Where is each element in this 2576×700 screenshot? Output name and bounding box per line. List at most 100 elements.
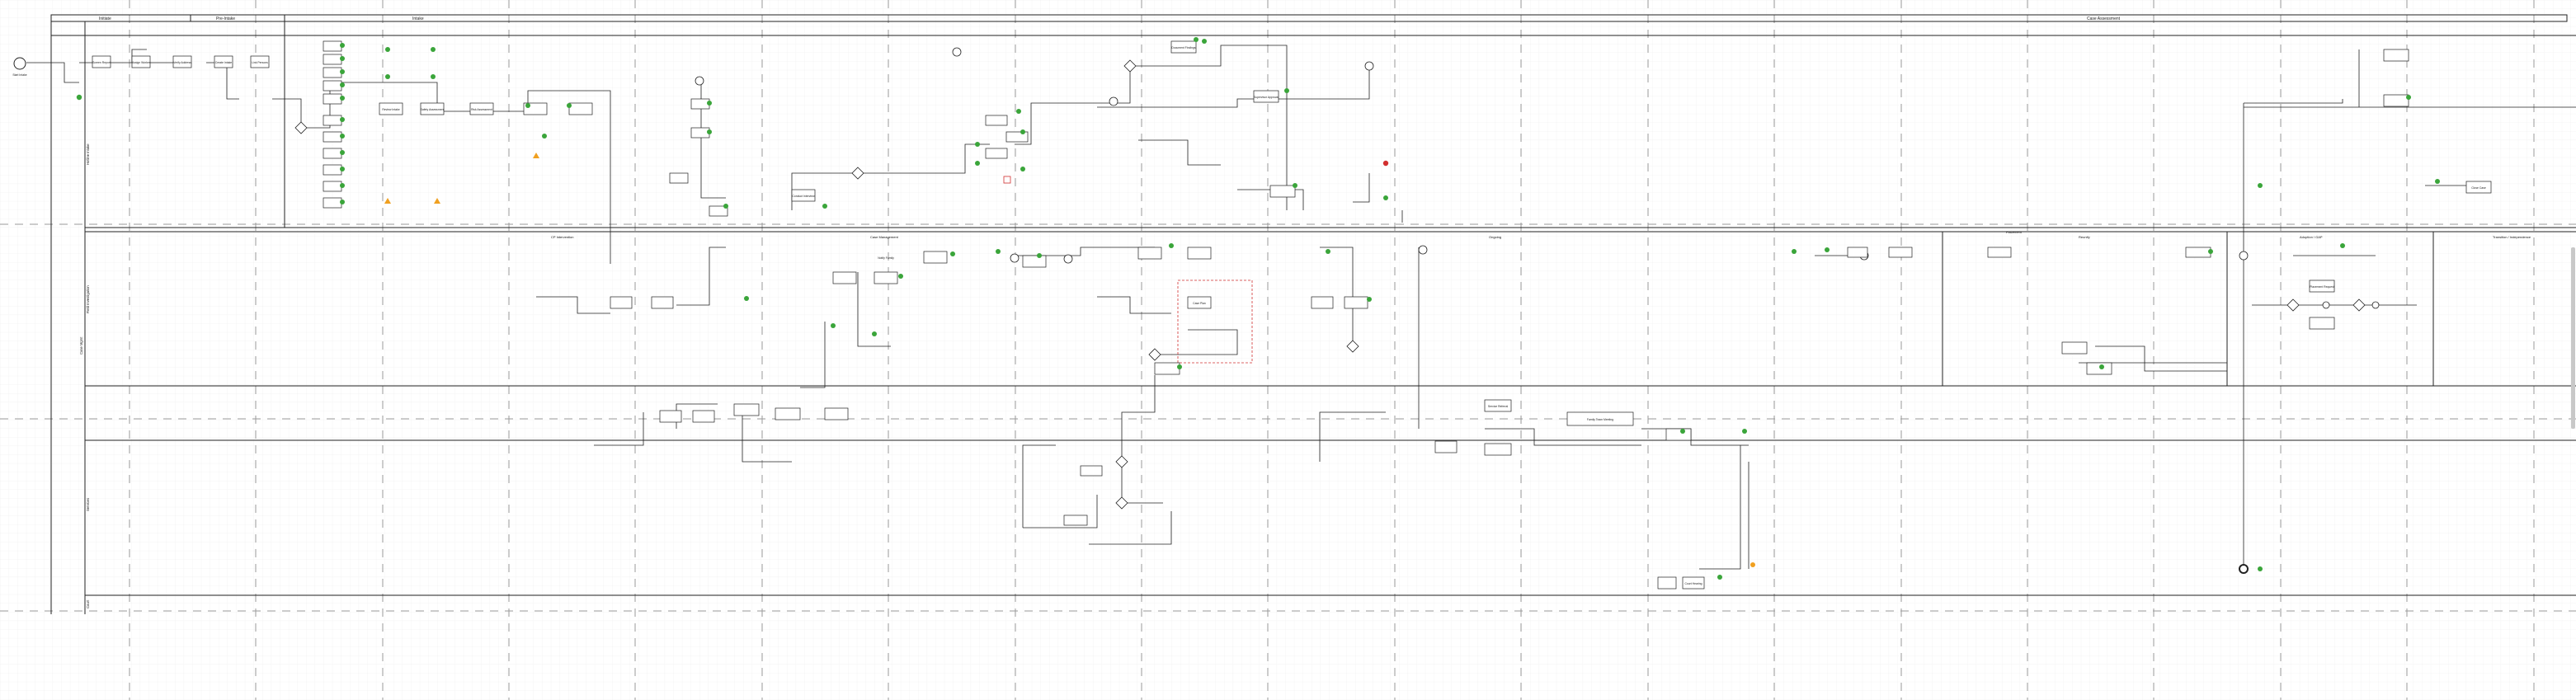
badge-green <box>707 129 712 134</box>
task-label: Supervisor Approval <box>1254 96 1279 99</box>
task-box <box>1665 428 1692 441</box>
task-box <box>1080 465 1103 477</box>
badge-green <box>2258 566 2263 571</box>
task-box <box>323 93 342 105</box>
task-box <box>690 127 710 139</box>
task-box <box>1888 247 1913 258</box>
task-box <box>985 115 1008 126</box>
task-label: Placement Request <box>2310 285 2334 289</box>
task-box <box>775 407 801 420</box>
badge-green <box>340 82 345 87</box>
task-label: Assign Worker <box>132 61 151 64</box>
badge-green <box>1194 37 1199 42</box>
task-box <box>923 251 948 264</box>
badge-green <box>1293 183 1297 188</box>
lane-hotline: Hotline Intake <box>86 143 90 165</box>
task-label: Notify Family <box>878 256 894 260</box>
badge-green <box>2340 243 2345 248</box>
badge-green <box>822 204 827 209</box>
task-label: Court Hearing <box>1684 582 1702 585</box>
vertical-scrollbar[interactable] <box>2571 247 2575 429</box>
badge-green <box>1037 253 1042 258</box>
task-label: Safety Assessment <box>421 108 445 111</box>
task-box <box>874 271 898 284</box>
badge-green <box>1742 429 1747 434</box>
badge-green <box>340 56 345 61</box>
badge-green <box>744 296 749 301</box>
task-label: Close Case <box>2471 186 2486 190</box>
lane-field: Field Investigation <box>86 285 90 313</box>
badge-green <box>340 117 345 122</box>
event-h <box>695 76 704 86</box>
task-box <box>1154 362 1180 375</box>
task-box <box>2383 94 2409 107</box>
task-box <box>1137 247 1162 260</box>
task-box <box>669 172 689 184</box>
badge-green <box>1177 364 1182 369</box>
task-box <box>659 410 682 423</box>
badge-green <box>975 142 980 147</box>
event-a <box>952 47 962 57</box>
badge-green <box>1383 195 1388 200</box>
task-box <box>323 148 342 159</box>
task-box <box>610 296 633 309</box>
task-box <box>824 407 849 420</box>
badge-green <box>76 94 82 101</box>
task-box <box>2185 247 2211 258</box>
task-box <box>692 410 715 423</box>
badge-green <box>1792 249 1797 254</box>
task-label: Link Persons <box>252 61 268 64</box>
section-cp-intervention: CP Intervention <box>551 235 574 239</box>
task-box <box>690 98 710 110</box>
badge-green <box>340 96 345 101</box>
badge-green <box>1020 167 1025 171</box>
task-box <box>651 296 674 309</box>
task-box <box>1063 514 1088 526</box>
task-label: Risk Assessment <box>471 108 492 111</box>
task-box <box>1657 576 1677 590</box>
badge-green <box>2099 364 2104 369</box>
section-case-management: Case Management <box>870 235 899 239</box>
event-d <box>1063 254 1073 264</box>
badge-green <box>340 183 345 188</box>
lane-court: Court <box>86 599 90 608</box>
badge-green <box>385 47 390 52</box>
task-label: Screen Report <box>92 61 111 64</box>
task-box <box>2061 341 2088 355</box>
section-placement: Placement <box>2006 230 2023 234</box>
badge-green <box>525 103 530 108</box>
badge-green <box>1717 575 1722 580</box>
task-box <box>323 115 342 126</box>
badge-green <box>567 103 572 108</box>
badge-green <box>340 200 345 204</box>
task-box <box>323 197 342 209</box>
event-c <box>1109 96 1118 106</box>
task-box <box>1344 296 1368 309</box>
badge-green <box>1825 247 1830 252</box>
section-ongoing: Ongoing <box>1489 235 1501 239</box>
badge-green <box>1680 429 1685 434</box>
end-event[interactable] <box>2239 564 2249 574</box>
task-box <box>2086 362 2112 375</box>
lane-case-mgmt: Case Mgmt <box>79 336 83 355</box>
task-label: Review Intake <box>382 108 399 111</box>
phase-case-assessment: Case Assessment <box>2087 16 2121 21</box>
event-k <box>2371 301 2380 309</box>
badge-green <box>2435 179 2440 184</box>
task-box <box>1987 247 2012 258</box>
task-box <box>832 271 857 284</box>
task-label: Family Team Meeting <box>1587 418 1613 421</box>
event-i <box>1010 253 1020 263</box>
badge-green <box>707 101 712 106</box>
badge-green <box>2406 95 2411 100</box>
badge-green <box>1367 297 1372 302</box>
badge-green <box>431 74 436 79</box>
phase-pre-intake: Pre-Intake <box>216 16 235 21</box>
task-label: Document Findings <box>1171 46 1196 49</box>
badge-green <box>898 274 903 279</box>
task-box <box>323 80 342 92</box>
badge-green <box>1016 109 1021 114</box>
process-diagram-canvas: Initiate Pre-Intake Intake Case Assessme… <box>0 0 2576 700</box>
badge-green <box>723 204 728 209</box>
task-box <box>1847 247 1868 258</box>
